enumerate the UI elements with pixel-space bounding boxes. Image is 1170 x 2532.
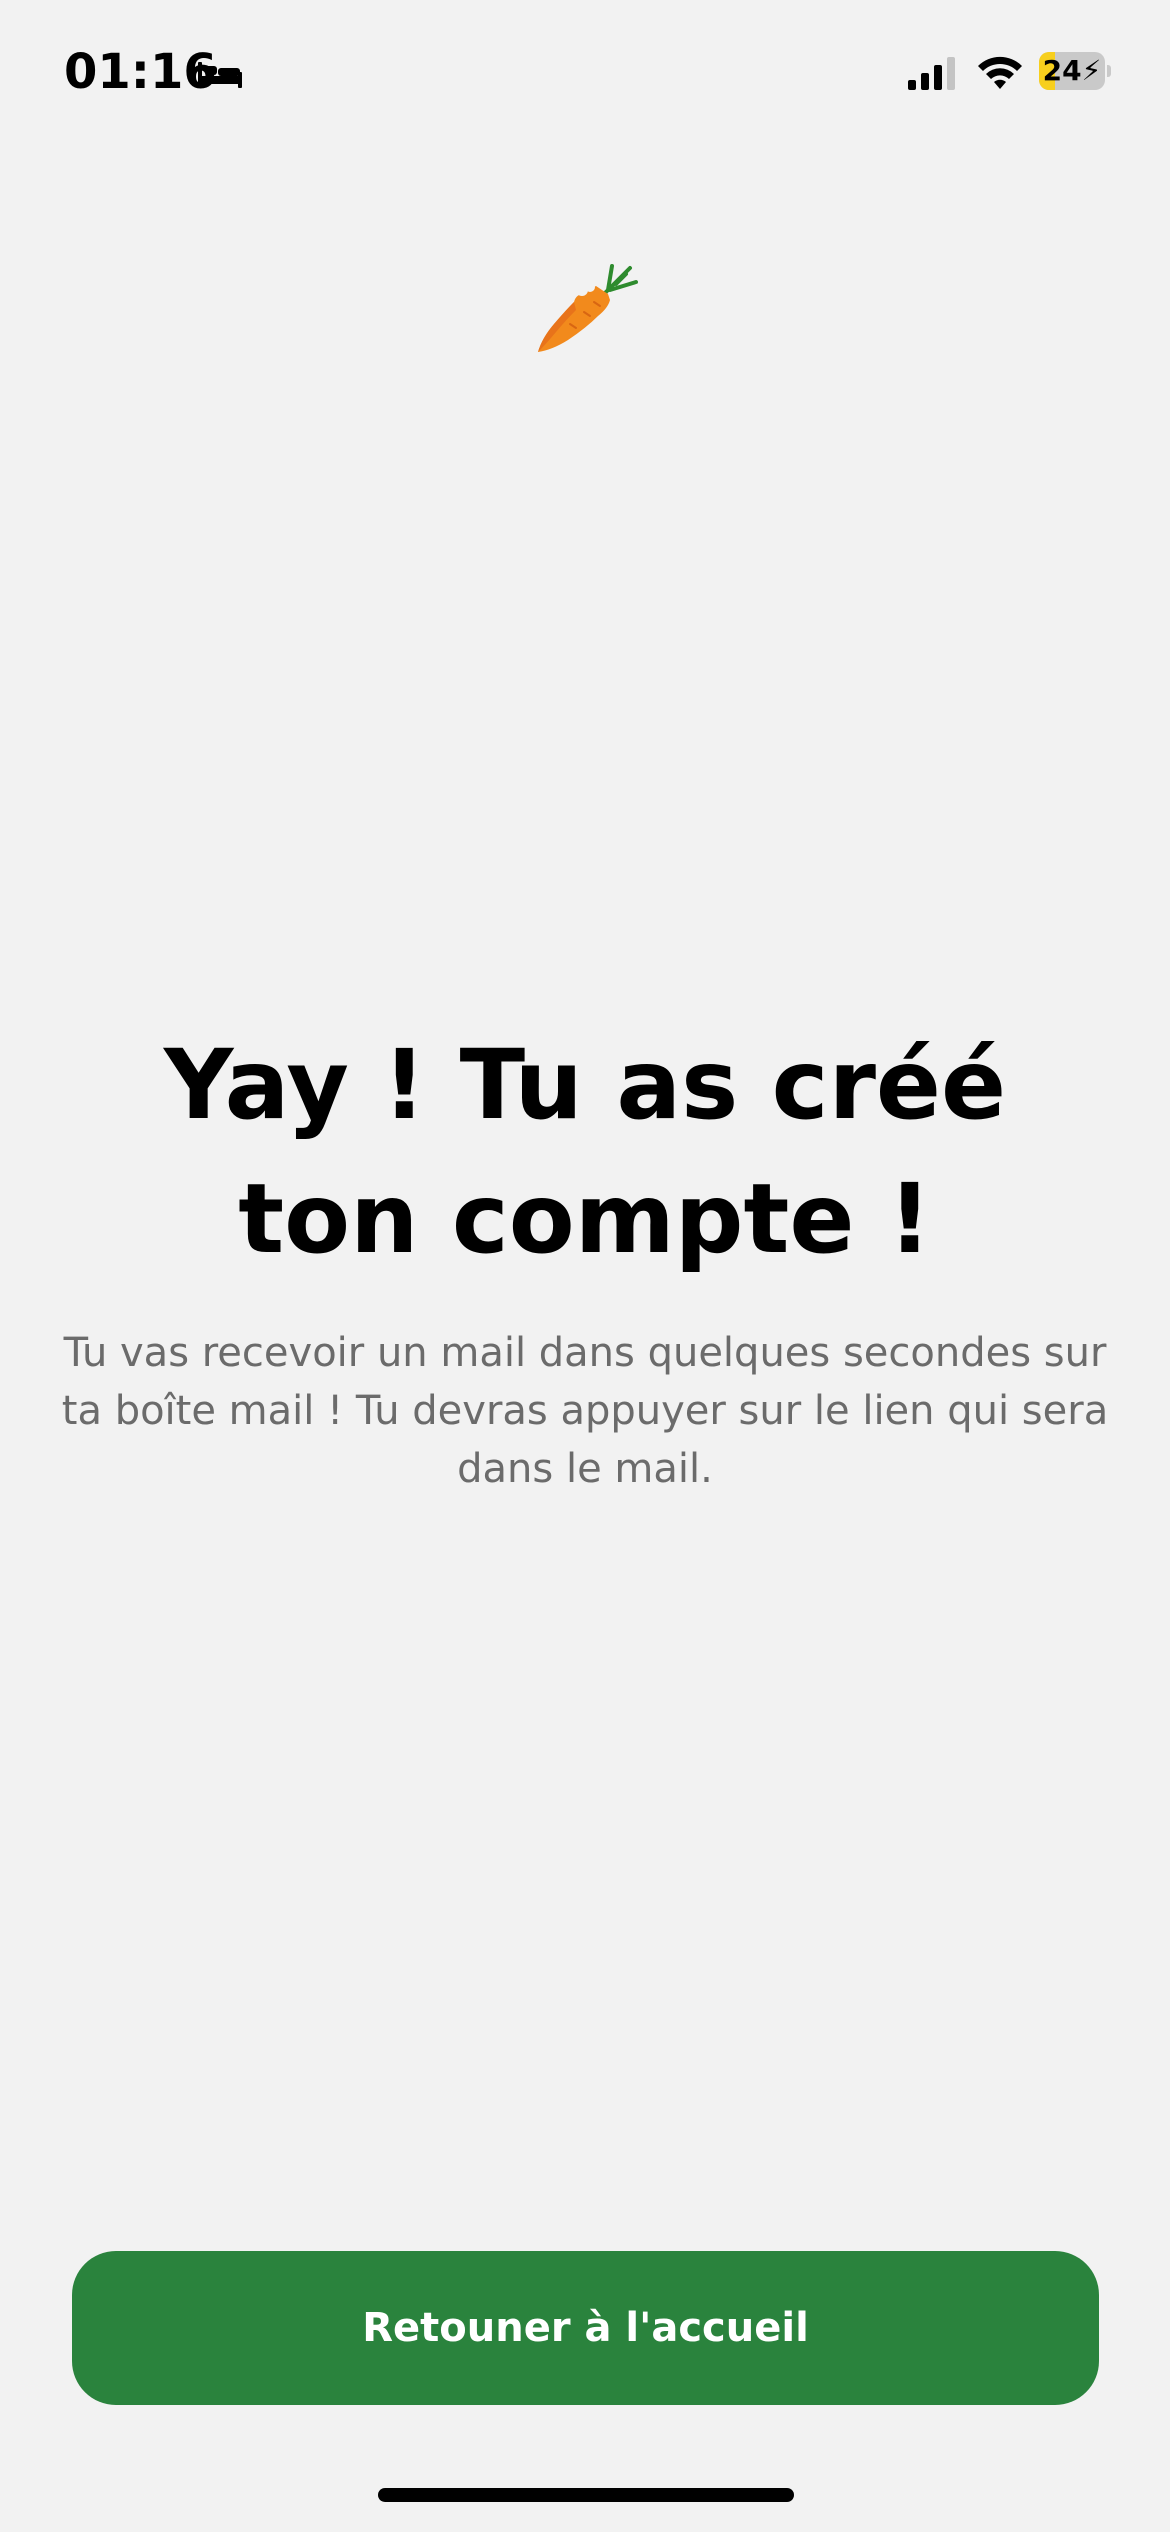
confirmation-message: Tu vas recevoir un mail dans quelques se… (61, 1330, 1109, 1492)
wifi-icon (978, 56, 1022, 89)
charging-bolt-icon: ⚡ (1081, 54, 1102, 87)
home-indicator[interactable] (378, 2488, 794, 2502)
battery-indicator: 24⚡ (1039, 52, 1111, 90)
cellular-signal-icon (908, 57, 955, 90)
status-bar: 01:16 24⚡ (0, 0, 1170, 150)
bed-icon (198, 62, 242, 88)
status-time: 01:16 (64, 44, 217, 100)
page-title: Yay ! Tu as créé ton compte ! (163, 1029, 1007, 1275)
carrot-icon (538, 264, 638, 352)
return-home-button[interactable]: Retouner à l'accueil (72, 2251, 1099, 2405)
battery-level: 24⚡ (1042, 54, 1102, 87)
